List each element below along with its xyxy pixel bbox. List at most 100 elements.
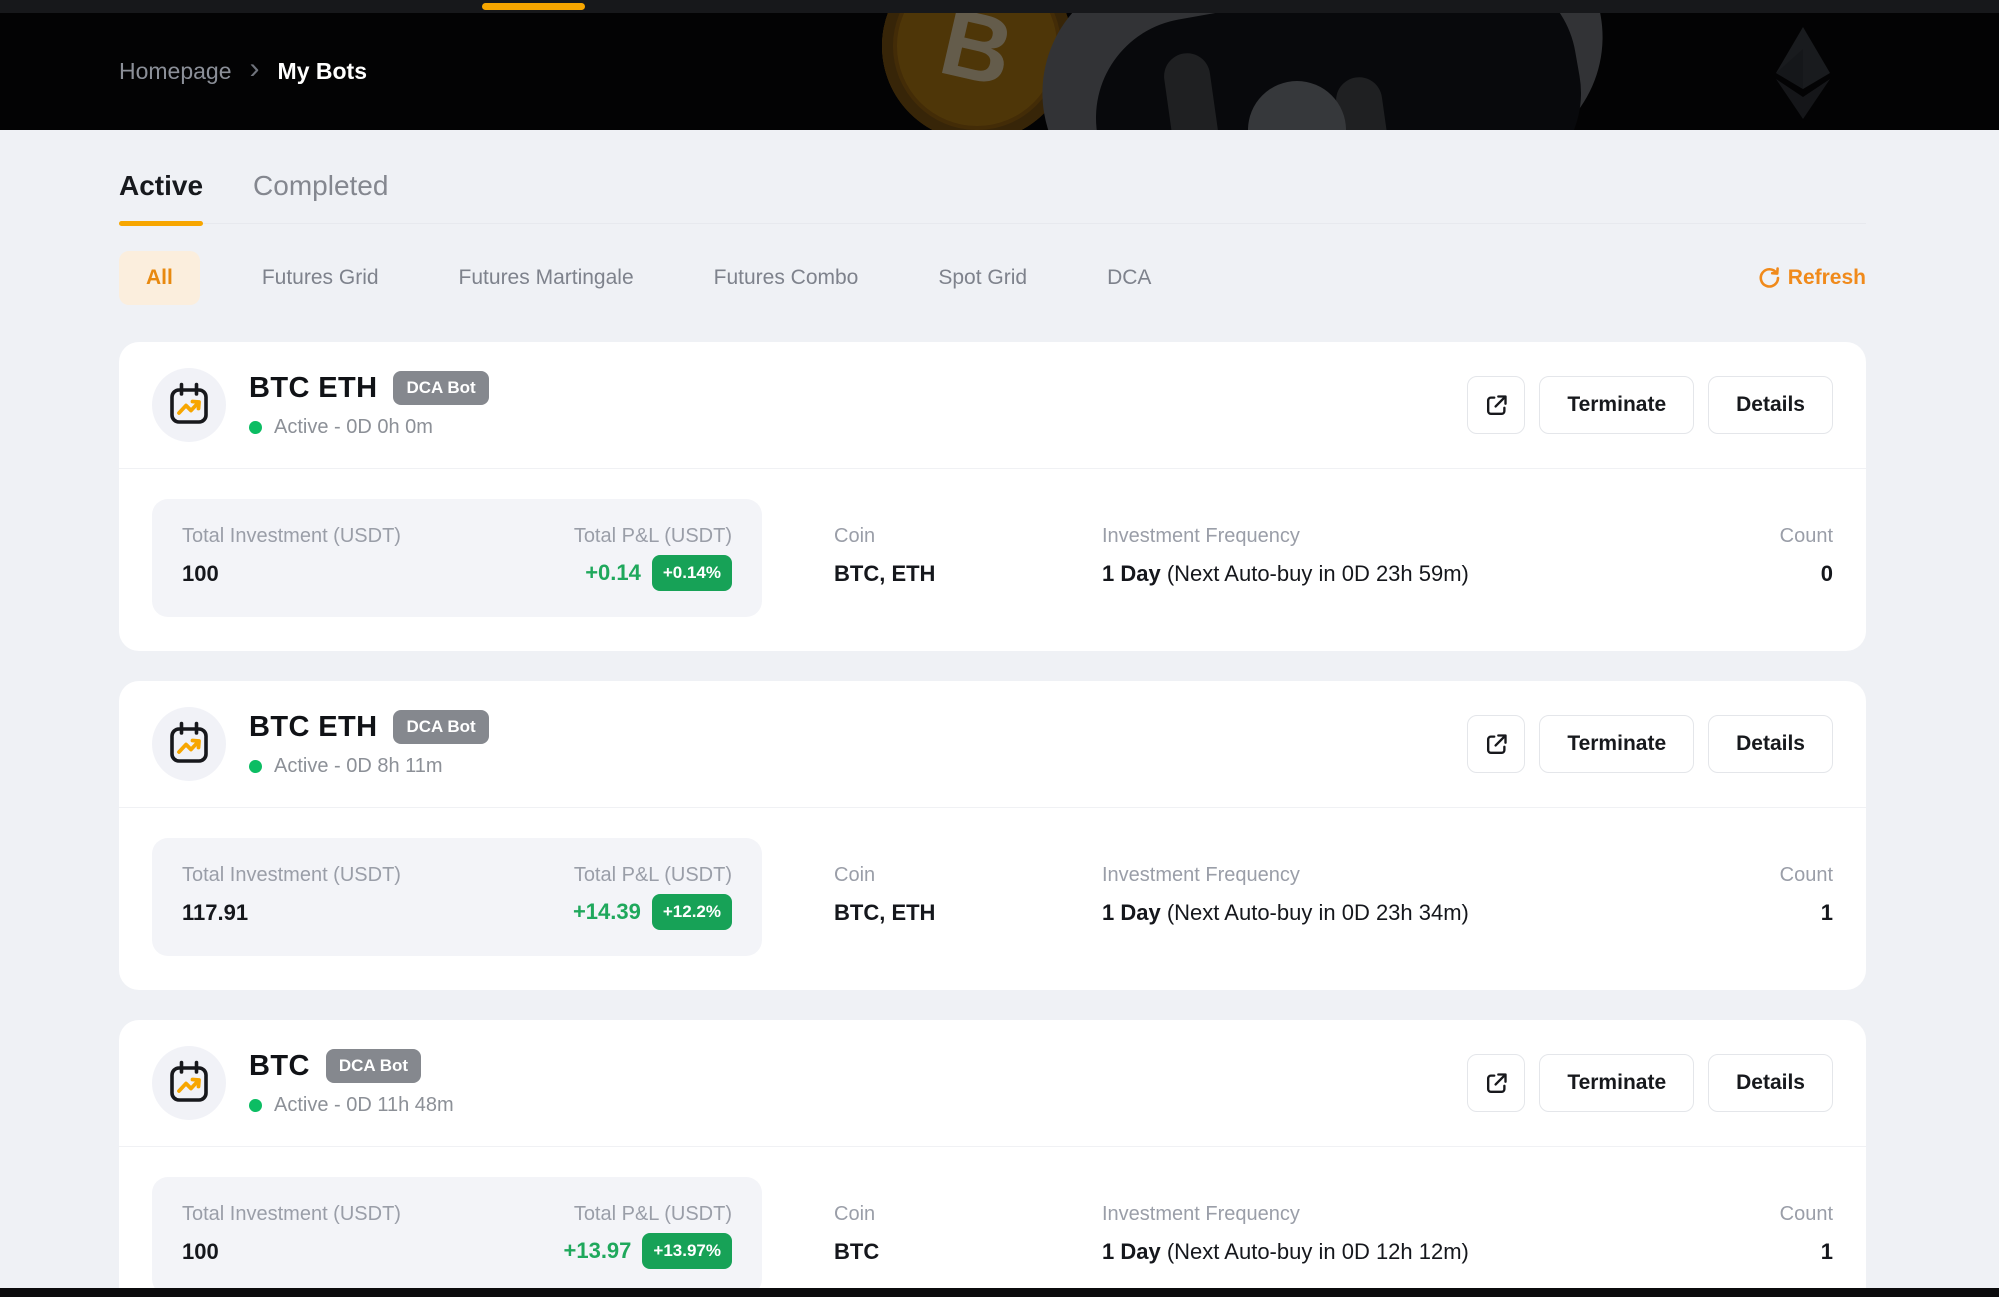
share-button[interactable] [1467,1054,1525,1112]
total-investment-label: Total Investment (USDT) [182,525,401,548]
bot-pair-title: BTC [249,1050,310,1083]
tab-completed[interactable]: Completed [253,170,388,223]
chevron-right-icon: › [250,69,260,75]
count-value: 1 [1780,900,1833,926]
status-dot-icon [249,1099,262,1112]
share-button[interactable] [1467,376,1525,434]
details-button[interactable]: Details [1708,1054,1833,1112]
pnl-value-row: +14.39 +12.2% [573,894,732,930]
total-investment-value: 117.91 [182,900,401,926]
terminate-button[interactable]: Terminate [1539,1054,1694,1112]
investment-frequency-label: Investment Frequency [1102,864,1469,887]
investment-frequency-label: Investment Frequency [1102,525,1469,548]
filter-spot-grid[interactable]: Spot Grid [938,266,1027,290]
bot-card-header: BTC DCA Bot Active - 0D 11h 48m [119,1020,1866,1146]
main-content: Active Completed All Futures Grid Future… [0,130,1999,1297]
coin-value: BTC, ETH [834,561,1102,587]
filter-futures-combo[interactable]: Futures Combo [714,266,859,290]
total-pnl-label: Total P&L (USDT) [564,1203,733,1226]
pnl-value: +0.14 [585,560,641,586]
bot-status-text: Active - 0D 8h 11m [274,755,443,778]
bot-identity: BTC DCA Bot Active - 0D 11h 48m [152,1046,454,1120]
calendar-chart-icon [165,720,213,768]
breadcrumb-homepage-link[interactable]: Homepage [119,58,232,85]
filter-futures-martingale[interactable]: Futures Martingale [459,266,634,290]
bot-card-header: BTC ETH DCA Bot Active - 0D 8h 11m [119,681,1866,807]
coin-value: BTC, ETH [834,900,1102,926]
bot-stats-row: Total Investment (USDT) 117.91 Total P&L… [119,808,1866,990]
investment-frequency-value: 1 Day (Next Auto-buy in 0D 12h 12m) [1102,1239,1469,1265]
details-button[interactable]: Details [1708,715,1833,773]
bot-card-header: BTC ETH DCA Bot Active - 0D 0h 0m [119,342,1866,468]
frequency-main: 1 Day [1102,561,1161,586]
investment-frequency-value: 1 Day (Next Auto-buy in 0D 23h 59m) [1102,561,1469,587]
terminate-button[interactable]: Terminate [1539,376,1694,434]
bot-status-text: Active - 0D 0h 0m [274,416,433,439]
bottom-bar [0,1288,1999,1297]
bot-card-actions: Terminate Details [1467,1054,1833,1112]
bot-identity: BTC ETH DCA Bot Active - 0D 0h 0m [152,368,489,442]
bot-type-badge: DCA Bot [393,710,488,744]
total-pnl-label: Total P&L (USDT) [574,525,732,548]
investment-pnl-box: Total Investment (USDT) 100 Total P&L (U… [152,499,762,617]
bot-card-actions: Terminate Details [1467,376,1833,434]
bot-type-badge: DCA Bot [393,371,488,405]
investment-frequency-stat: Investment Frequency 1 Day (Next Auto-bu… [1102,1177,1469,1265]
bot-stats-row: Total Investment (USDT) 100 Total P&L (U… [119,469,1866,651]
investment-frequency-label: Investment Frequency [1102,1203,1469,1226]
investment-pnl-box: Total Investment (USDT) 100 Total P&L (U… [152,1177,762,1295]
total-investment-stat: Total Investment (USDT) 100 [182,1203,401,1269]
coin-label: Coin [834,1203,1102,1226]
total-investment-value: 100 [182,1239,401,1265]
refresh-label: Refresh [1788,266,1866,290]
filter-futures-grid[interactable]: Futures Grid [262,266,379,290]
bot-card: BTC DCA Bot Active - 0D 11h 48m [119,1020,1866,1297]
total-investment-stat: Total Investment (USDT) 117.91 [182,864,401,930]
total-pnl-stat: Total P&L (USDT) +13.97 +13.97% [564,1203,733,1269]
share-button[interactable] [1467,715,1525,773]
bot-status-text: Active - 0D 11h 48m [274,1094,454,1117]
count-stat: Count 1 [1780,1177,1833,1265]
refresh-icon [1757,266,1781,290]
investment-frequency-stat: Investment Frequency 1 Day (Next Auto-bu… [1102,838,1469,926]
bot-title-row: BTC ETH DCA Bot [249,710,489,744]
details-button[interactable]: Details [1708,376,1833,434]
pnl-percent-badge: +13.97% [642,1233,732,1269]
bot-status: Active - 0D 8h 11m [249,755,489,778]
refresh-button[interactable]: Refresh [1757,266,1866,290]
calendar-chart-icon [165,381,213,429]
count-value: 0 [1780,561,1833,587]
total-investment-label: Total Investment (USDT) [182,1203,401,1226]
breadcrumb-current-page: My Bots [278,58,367,85]
bot-type-filters: All Futures Grid Futures Martingale Futu… [119,250,1866,306]
bot-card: BTC ETH DCA Bot Active - 0D 0h 0m [119,342,1866,651]
bot-meta: BTC ETH DCA Bot Active - 0D 8h 11m [249,710,489,778]
bot-type-badge: DCA Bot [326,1049,421,1083]
tab-active[interactable]: Active [119,170,203,223]
bot-title-row: BTC ETH DCA Bot [249,371,489,405]
bot-status: Active - 0D 0h 0m [249,416,489,439]
investment-pnl-box: Total Investment (USDT) 117.91 Total P&L… [152,838,762,956]
status-dot-icon [249,421,262,434]
top-nav-bar [0,0,1999,13]
breadcrumb: Homepage › My Bots [119,13,367,130]
coin-stat: Coin BTC, ETH [834,499,1102,587]
count-stat: Count 0 [1780,499,1833,587]
count-value: 1 [1780,1239,1833,1265]
bot-avatar [152,1046,226,1120]
investment-frequency-stat: Investment Frequency 1 Day (Next Auto-bu… [1102,499,1469,587]
bot-meta: BTC DCA Bot Active - 0D 11h 48m [249,1049,454,1117]
bot-card-actions: Terminate Details [1467,715,1833,773]
bot-title-row: BTC DCA Bot [249,1049,454,1083]
frequency-note: (Next Auto-buy in 0D 23h 59m) [1167,561,1469,586]
filter-dca[interactable]: DCA [1107,266,1151,290]
bot-avatar [152,707,226,781]
filter-all[interactable]: All [119,251,200,305]
bot-pair-title: BTC ETH [249,711,377,744]
total-investment-stat: Total Investment (USDT) 100 [182,525,401,591]
bot-stats-row: Total Investment (USDT) 100 Total P&L (U… [119,1147,1866,1297]
count-label: Count [1780,525,1833,548]
frequency-main: 1 Day [1102,1239,1161,1264]
terminate-button[interactable]: Terminate [1539,715,1694,773]
bot-pair-title: BTC ETH [249,372,377,405]
